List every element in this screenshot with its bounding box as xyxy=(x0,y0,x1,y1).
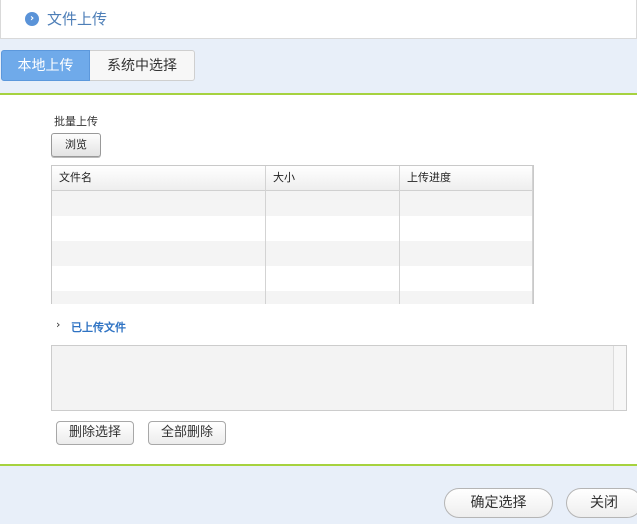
table-row xyxy=(52,241,533,266)
uploaded-files-list[interactable] xyxy=(51,345,627,411)
browse-button[interactable]: 浏览 xyxy=(51,133,101,157)
table-row xyxy=(52,216,533,241)
dialog-header: › 文件上传 xyxy=(0,0,637,39)
uploaded-files-label: 已上传文件 xyxy=(71,321,126,334)
delete-selected-button[interactable]: 删除选择 xyxy=(56,421,134,445)
table-header: 文件名 大小 上传进度 xyxy=(52,166,533,191)
table-row xyxy=(52,266,533,291)
scrollbar[interactable] xyxy=(613,346,626,410)
dialog-title: 文件上传 xyxy=(47,10,108,28)
column-header-filename[interactable]: 文件名 xyxy=(52,166,266,190)
batch-upload-label: 批量上传 xyxy=(54,115,98,128)
column-divider xyxy=(265,166,266,304)
tab-select-from-system[interactable]: 系统中选择 xyxy=(90,50,195,81)
column-divider xyxy=(532,166,533,304)
chevron-right-icon: › xyxy=(56,318,61,331)
chevron-circle-icon: › xyxy=(25,12,39,26)
upload-file-table: 文件名 大小 上传进度 xyxy=(51,165,534,304)
tab-local-upload[interactable]: 本地上传 xyxy=(1,50,90,81)
column-divider xyxy=(399,166,400,304)
table-row xyxy=(52,191,533,216)
column-header-size[interactable]: 大小 xyxy=(266,166,400,190)
close-button[interactable]: 关闭 xyxy=(566,488,637,518)
table-row xyxy=(52,291,533,304)
column-header-progress[interactable]: 上传进度 xyxy=(400,166,533,190)
confirm-selection-button[interactable]: 确定选择 xyxy=(444,488,553,518)
delete-all-button[interactable]: 全部删除 xyxy=(148,421,226,445)
tab-bar: 本地上传 系统中选择 xyxy=(0,39,637,95)
